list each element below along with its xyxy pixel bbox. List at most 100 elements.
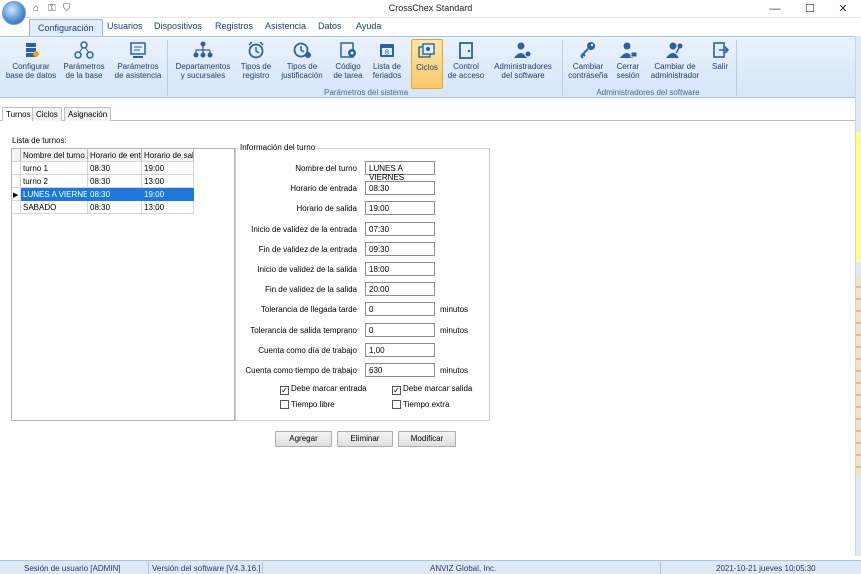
status-datetime: 2021-10-21 jueves 10:05:30 [716, 564, 816, 573]
status-session: Sesión de usuario [ADMIN] [24, 564, 121, 573]
field-input[interactable]: 1,00 [365, 342, 435, 357]
ribbon: Configurar base de datos Parámetros de l… [0, 36, 855, 98]
row-pointer-icon: ▶ [13, 192, 19, 199]
tipos-registro-button[interactable]: Tipos de registro [236, 39, 276, 89]
key-icon [580, 42, 595, 59]
column-header-entrada[interactable]: Horario de entrada [88, 149, 142, 162]
inner-tab-bar: Turnos Ciclos Asignación [0, 107, 855, 122]
field-input[interactable]: 07:30 [365, 221, 435, 236]
status-bar: Sesión de usuario [ADMIN] Versión del so… [0, 560, 861, 574]
configurar-base-datos-button[interactable]: Configurar base de datos [4, 39, 58, 89]
ciclos-button[interactable]: Ciclos [411, 39, 443, 89]
maximize-button[interactable]: ☐ [795, 0, 825, 18]
group-separator [167, 40, 168, 96]
field-unit: minutos [440, 325, 469, 335]
parameters-icon [74, 41, 94, 59]
cycles-icon [418, 43, 435, 58]
field-label: Nombre del turno [295, 164, 357, 173]
field-label: Inicio de validez de la entrada [251, 224, 357, 234]
checkbox-box[interactable] [280, 400, 289, 409]
checkbox-box[interactable]: ✓ [392, 386, 401, 395]
agregar-button[interactable]: Agregar [275, 431, 332, 447]
attendance-settings-icon [130, 42, 146, 58]
field-input[interactable]: 0 [365, 322, 435, 337]
field-unit: minutos [440, 305, 469, 315]
table-row[interactable]: turno 1 08:30 19:00 [12, 162, 194, 175]
cambiar-administrador-button[interactable]: Cambiar de administrador [648, 39, 702, 89]
table-row[interactable]: turno 2 08:30 13:00 [12, 175, 194, 188]
checkbox-debe-marcar-entrada[interactable]: ✓ Debe marcar entrada [280, 384, 367, 395]
field-input[interactable]: 630 [365, 363, 435, 377]
column-header-nombre[interactable]: Nombre del turno [21, 149, 88, 162]
turnos-panel: Lista de turnos: Nombre del turno Horari… [0, 121, 855, 557]
table-row[interactable]: SABADO 08:30 13:00 [12, 201, 194, 214]
checkbox-debe-marcar-salida[interactable]: ✓ Debe marcar salida [392, 384, 472, 395]
field-input[interactable]: LUNES A VIERNES [365, 161, 435, 182]
shift-info-title: Información del turno [238, 143, 318, 152]
status-version: Versión del software [V4.3.16.] [152, 564, 261, 573]
tab-configuracion[interactable]: Configuración [29, 19, 103, 37]
eliminar-button[interactable]: Eliminar [337, 431, 393, 447]
modificar-button[interactable]: Modificar [398, 431, 456, 447]
checkbox-box[interactable]: ✓ [280, 386, 289, 395]
table-header: Nombre del turno Horario de entrada Hora… [12, 149, 194, 162]
cambiar-contrasena-button[interactable]: Cambiar contraseña [567, 39, 609, 89]
field-label: Horario de salida [296, 204, 357, 214]
checkbox-tiempo-libre[interactable]: Tiempo libre [280, 400, 335, 409]
database-icon [26, 43, 39, 57]
field-input[interactable]: 19:00 [365, 201, 435, 216]
minimize-button[interactable]: — [760, 0, 790, 18]
title-bar: ⌂ ⚿ ⛉ CrossChex Standard — ☐ ✕ [0, 0, 861, 25]
lista-feriados-button[interactable]: 8 Lista de feriados [370, 39, 404, 89]
cerrar-sesion-button[interactable]: Cerrar sesión [612, 39, 644, 89]
tab-registros[interactable]: Registros [215, 21, 253, 31]
field-input[interactable]: 08:30 [365, 181, 435, 196]
status-company: ANVIZ Global, Inc. [430, 564, 497, 573]
field-input[interactable]: 0 [365, 302, 435, 317]
column-header-salida[interactable]: Horario de salida [142, 149, 194, 162]
shift-table[interactable]: Nombre del turno Horario de entrada Hora… [11, 148, 235, 421]
field-label: Cuenta como día de trabajo [258, 345, 357, 355]
tab-turnos[interactable]: Turnos [2, 107, 35, 122]
shift-list-label: Lista de turnos: [12, 136, 67, 145]
parametros-base-button[interactable]: Parámetros de la base [60, 39, 108, 89]
field-label: Tolerancia de salida temprano [250, 325, 357, 335]
close-button[interactable]: ✕ [828, 0, 858, 18]
field-input[interactable]: 18:00 [365, 262, 435, 276]
field-label: Cuenta como tiempo de trabajo [245, 366, 357, 375]
field-label: Horario de entrada [290, 184, 357, 194]
group-label-sistema: Parámetros del sistema [323, 88, 409, 97]
field-label: Tolerancia de llegada tarde [260, 305, 357, 315]
tab-ciclos[interactable]: Ciclos [32, 107, 62, 121]
field-label: Fin de validez de la salida [264, 285, 357, 295]
tab-asistencia[interactable]: Asistencia [265, 21, 306, 31]
control-acceso-button[interactable]: Control de acceso [446, 39, 486, 89]
departamentos-button[interactable]: Departamentos y sucursales [172, 39, 234, 89]
group-label-software: Administradores del software [596, 88, 700, 97]
tab-datos[interactable]: Datos [318, 21, 342, 31]
tab-dispositivos[interactable]: Dispositivos [154, 21, 202, 31]
codigo-tarea-button[interactable]: Código de tarea [329, 39, 367, 89]
tab-ayuda[interactable]: Ayuda [356, 21, 381, 31]
tab-asignacion[interactable]: Asignación [64, 107, 112, 121]
ribbon-tab-bar: Configuración Usuarios Dispositivos Regi… [0, 18, 861, 37]
salir-button[interactable]: Salir [706, 39, 734, 89]
checkbox-tiempo-extra[interactable]: Tiempo extra [392, 400, 449, 409]
parametros-asistencia-button[interactable]: Parámetros de asistencia [112, 39, 164, 89]
svg-text:8: 8 [385, 49, 389, 57]
app-logo-icon[interactable] [2, 1, 26, 25]
field-input[interactable]: 09:30 [365, 241, 435, 256]
background-window-edge [855, 36, 861, 556]
tipos-justificacion-button[interactable]: Tipos de justificación [278, 39, 326, 89]
exit-icon [713, 42, 730, 58]
alarm-clock-icon [248, 41, 264, 59]
field-input[interactable]: 20:00 [365, 282, 435, 297]
field-label: Fin de validez de la entrada [258, 244, 357, 254]
checkbox-box[interactable] [392, 400, 401, 409]
task-code-icon [340, 42, 356, 58]
table-row-selected[interactable]: ▶ LUNES A VIERNES 08:30 19:00 [12, 188, 194, 201]
field-label: Inicio de validez de la salida [257, 265, 357, 274]
administradores-button[interactable]: Administradores del software [490, 39, 556, 89]
tab-usuarios[interactable]: Usuarios [107, 21, 143, 31]
user-key-icon [666, 42, 683, 58]
